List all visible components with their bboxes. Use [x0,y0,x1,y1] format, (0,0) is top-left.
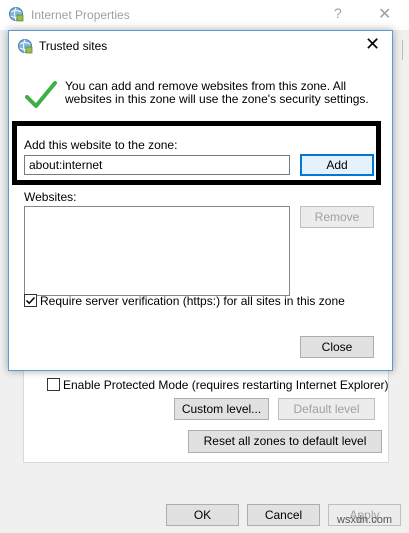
add-button[interactable]: Add [300,154,374,176]
internet-globe-icon [18,39,33,54]
tab-edge-divider [402,40,403,60]
default-level-button[interactable]: Default level [278,398,375,420]
close-icon[interactable]: ✕ [365,34,380,55]
ok-button[interactable]: OK [166,504,239,526]
websites-list[interactable] [24,206,290,296]
add-website-label: Add this website to the zone: [24,138,178,152]
trusted-sites-dialog: Trusted sites ✕ You can add and remove w… [8,30,393,371]
websites-label: Websites: [24,190,77,204]
help-icon[interactable]: ? [334,5,342,21]
custom-level-button[interactable]: Custom level... [174,398,269,420]
cancel-button[interactable]: Cancel [247,504,320,526]
internet-globe-icon [9,7,24,22]
checkmark-icon [25,81,57,108]
dialog-titlebar: Trusted sites ✕ [9,31,392,61]
checkbox-check-icon [25,296,36,305]
server-verification-label: Require server verification (https:) for… [40,294,345,308]
close-button[interactable]: Close [300,336,374,358]
close-icon[interactable]: ✕ [378,4,391,24]
protected-mode-label: Enable Protected Mode (requires restarti… [63,378,389,392]
protected-mode-checkbox[interactable] [47,378,60,391]
dialog-body: You can add and remove websites from thi… [9,61,392,370]
server-verification-checkbox[interactable] [24,294,37,307]
reset-all-zones-button[interactable]: Reset all zones to default level [188,430,382,453]
zone-info-text: You can add and remove websites from thi… [65,79,369,106]
window-titlebar: Internet Properties ? ✕ [0,0,409,30]
dialog-title: Trusted sites [39,39,108,53]
website-url-input[interactable] [24,155,290,175]
window-edge [392,30,409,360]
window-title: Internet Properties [31,8,130,22]
remove-button[interactable]: Remove [300,206,374,228]
watermark-text: wsxdn.com [337,514,393,526]
